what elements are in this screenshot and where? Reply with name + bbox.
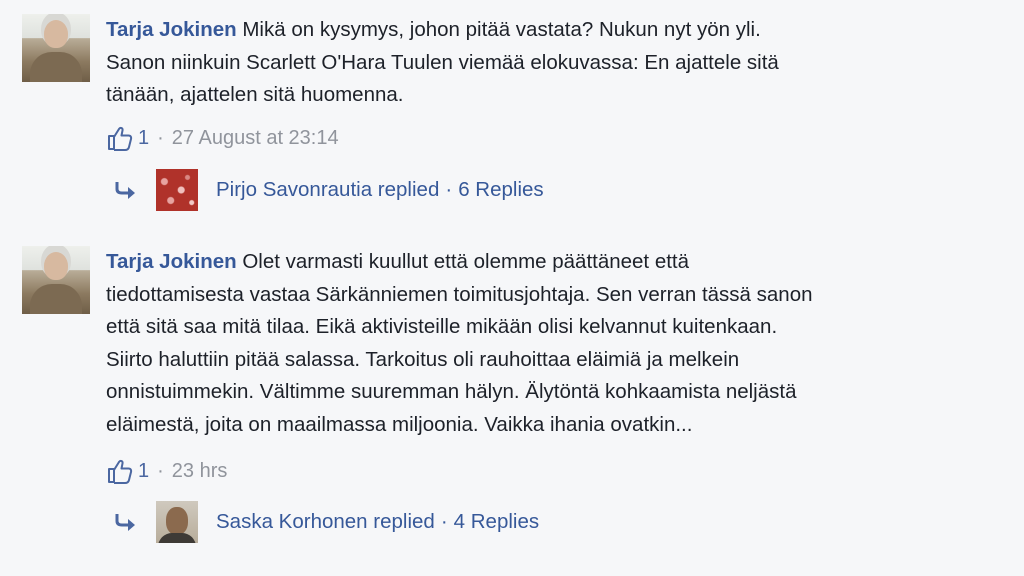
comment-text-line: Siirto haluttiin pitää salassa. Tarkoitu…	[106, 347, 740, 371]
avatar[interactable]	[22, 14, 90, 82]
comment-body: Tarja Jokinen Mikä on kysymys, johon pit…	[106, 14, 1006, 112]
comment-meta: 1 · 23 hrs	[106, 457, 227, 485]
comment-text-line: Olet varmasti kuullut että olemme päättä…	[242, 250, 690, 273]
comment-timestamp[interactable]: 27 August at 23:14	[172, 127, 339, 150]
replies-link[interactable]: Pirjo Savonrautia replied · 6 Replies	[114, 169, 544, 211]
comment-meta: 1 · 27 August at 23:14	[106, 124, 339, 152]
like-count[interactable]: 1	[138, 127, 149, 150]
avatar-body	[30, 284, 82, 314]
meta-separator: ·	[157, 126, 164, 149]
comment-text-line: onnistuimmekin. Vältimme suuremman hälyn…	[106, 380, 797, 403]
thumbs-up-icon[interactable]	[106, 457, 134, 485]
replies-link[interactable]: Saska Korhonen replied · 4 Replies	[114, 501, 539, 543]
comment-author-link[interactable]: Tarja Jokinen	[106, 18, 237, 41]
comment-text-line: eläimestä, joita on maailmassa miljoonia…	[106, 412, 693, 436]
comment-text-line: että sitä saa mitä tilaa. Eikä aktiviste…	[106, 315, 778, 338]
avatar-head	[44, 252, 68, 280]
comment-text-line: tänään, ajattelen sitä huomenna.	[106, 83, 404, 106]
comment-author-link[interactable]: Tarja Jokinen	[106, 250, 237, 273]
reply-arrow-icon	[115, 514, 135, 531]
reply-arrow-icon	[115, 182, 135, 199]
reply-separator: ·	[440, 510, 448, 533]
avatar-body	[30, 52, 82, 82]
comment-text-line: tiedottamisesta vastaa Särkänniemen toim…	[106, 282, 813, 306]
reply-summary[interactable]: Saska Korhonen replied	[216, 510, 435, 534]
comment-text-line: Mikä on kysymys, johon pitää vastata? Nu…	[242, 18, 761, 41]
comment-timestamp[interactable]: 23 hrs	[172, 460, 228, 483]
reply-count[interactable]: 6 Replies	[458, 178, 543, 202]
thumbs-up-icon[interactable]	[106, 124, 134, 152]
meta-separator: ·	[157, 459, 164, 482]
comment-body: Tarja Jokinen Olet varmasti kuullut että…	[106, 246, 1006, 441]
reply-separator: ·	[445, 178, 453, 201]
avatar-head	[44, 20, 68, 48]
replier-avatar[interactable]	[156, 501, 198, 543]
comment-text-line: Sanon niinkuin Scarlett O'Hara Tuulen vi…	[106, 50, 779, 74]
reply-count[interactable]: 4 Replies	[454, 510, 539, 534]
like-count[interactable]: 1	[138, 460, 149, 483]
avatar-face	[166, 507, 188, 535]
replier-avatar[interactable]	[156, 169, 198, 211]
avatar-shoulders	[158, 533, 196, 543]
avatar[interactable]	[22, 246, 90, 314]
reply-summary[interactable]: Pirjo Savonrautia replied	[216, 178, 439, 202]
